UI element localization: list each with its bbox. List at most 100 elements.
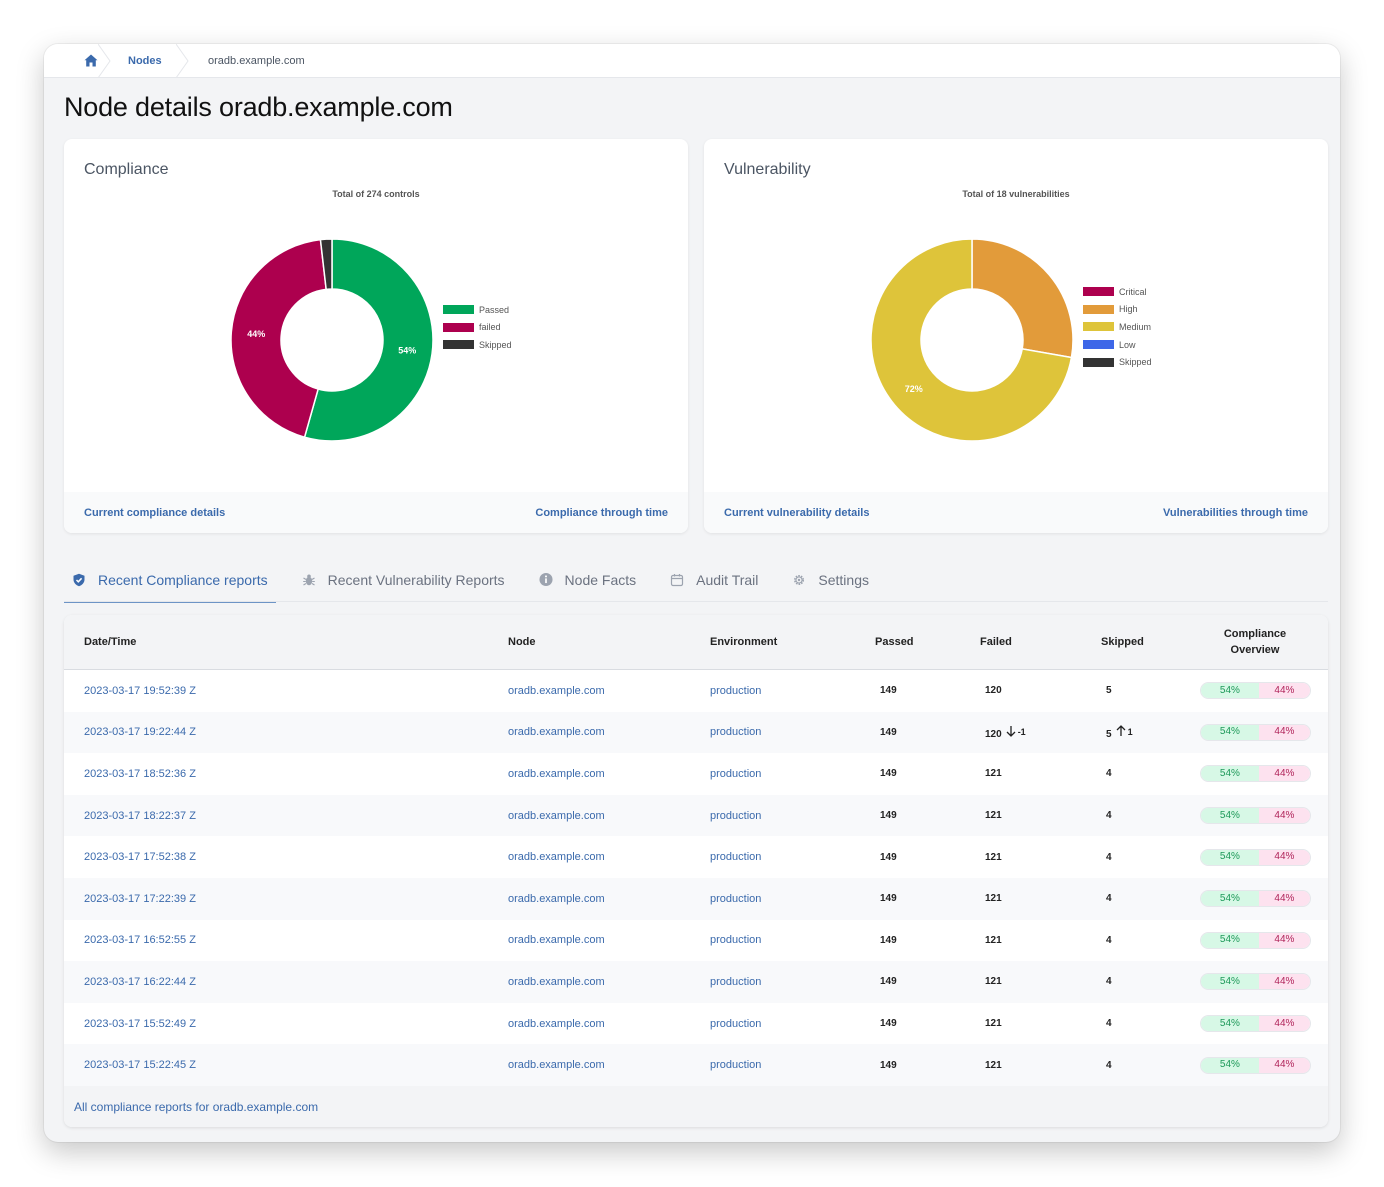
tab-recent-vulnerability-reports[interactable]: Recent Vulnerability Reports [294,557,513,602]
column-header-datetime[interactable]: Date/Time [64,636,508,648]
node-link[interactable]: oradb.example.com [508,726,605,738]
node-link[interactable]: oradb.example.com [508,976,605,988]
compliance-overview-cell: 54% 44% [1182,848,1328,866]
environment-link[interactable]: production [710,934,761,946]
report-datetime-link[interactable]: 2023-03-17 16:52:55 Z [84,934,196,946]
legend-label: Medium [1119,321,1152,332]
table-row[interactable]: 2023-03-17 18:22:37 Z oradb.example.com pr… [64,794,1328,837]
table-footer: All compliance reports for oradb.example… [64,1086,1328,1127]
node-link[interactable]: oradb.example.com [508,1018,605,1030]
table-row[interactable]: 2023-03-17 18:52:36 Z oradb.example.com pr… [64,753,1328,795]
skipped-delta-value: 1 [1127,726,1133,737]
skipped-cell: 4 [1086,768,1182,779]
current-compliance-details-link[interactable]: Current compliance details [84,507,225,519]
environment-link[interactable]: production [710,685,761,697]
report-datetime-link[interactable]: 2023-03-17 18:52:36 Z [84,768,196,780]
environment-link[interactable]: production [710,851,761,863]
failed-count: 121 [985,1059,1002,1071]
report-datetime-link[interactable]: 2023-03-17 15:52:49 Z [84,1018,196,1030]
node-link[interactable]: oradb.example.com [508,1059,605,1071]
tab-settings[interactable]: Settings [784,557,877,602]
node-link[interactable]: oradb.example.com [508,934,605,946]
column-header-skipped[interactable]: Skipped [1086,636,1182,648]
report-datetime-link[interactable]: 2023-03-17 16:22:44 Z [84,976,196,988]
column-header-passed[interactable]: Passed [860,636,965,648]
skipped-cell: 4 [1086,852,1182,863]
tab-recent-compliance-reports[interactable]: Recent Compliance reports [64,557,276,603]
breadcrumb-nodes[interactable]: Nodes [108,44,189,78]
column-header-failed[interactable]: Failed [965,636,1086,648]
legend-item-skipped[interactable]: Skipped [443,336,512,354]
table-row[interactable]: 2023-03-17 15:52:49 Z oradb.example.com pr… [64,1003,1328,1045]
tab-label: Settings [818,571,869,588]
report-datetime-link[interactable]: 2023-03-17 17:52:38 Z [84,851,196,863]
tab-audit-trail[interactable]: Audit Trail [662,557,766,602]
donut-slice-failed[interactable] [230,238,327,439]
node-link[interactable]: oradb.example.com [508,893,605,905]
table-row[interactable]: 2023-03-17 17:22:39 Z oradb.example.com pr… [64,877,1328,920]
column-header-node[interactable]: Node [508,636,710,648]
skipped-count: 5 [1106,728,1112,740]
report-datetime-link[interactable]: 2023-03-17 18:22:37 Z [84,810,196,822]
current-vulnerability-details-link[interactable]: Current vulnerability details [724,507,869,519]
environment-link[interactable]: production [710,1059,761,1071]
legend-item-passed[interactable]: Passed [443,301,512,319]
donut-slice-high[interactable] [971,238,1074,359]
report-datetime-link[interactable]: 2023-03-17 17:22:39 Z [84,893,196,905]
legend-item-critical[interactable]: Critical [1083,283,1152,301]
column-header-environment[interactable]: Environment [710,636,860,648]
all-compliance-reports-link[interactable]: All compliance reports for oradb.example… [74,1100,318,1114]
calendar-icon [670,573,684,587]
table-row[interactable]: 2023-03-17 15:22:45 Z oradb.example.com pr… [64,1044,1328,1086]
compliance-overview-cell: 54% 44% [1182,1015,1328,1033]
environment-link[interactable]: production [710,976,761,988]
home-icon [84,54,98,67]
compliance-card-footer: Current compliance details Compliance th… [64,492,688,533]
compliance-through-time-link[interactable]: Compliance through time [535,507,668,519]
legend-item-failed[interactable]: failed [443,319,512,337]
skipped-cell: 4 [1086,976,1182,987]
skipped-count: 4 [1106,934,1112,946]
node-link[interactable]: oradb.example.com [508,851,605,863]
tab-label: Recent Vulnerability Reports [327,571,505,588]
tab-label: Audit Trail [696,571,759,588]
environment-link[interactable]: production [710,1018,761,1030]
failed-count: 121 [985,768,1002,780]
legend-item-low[interactable]: Low [1083,336,1152,354]
node-link[interactable]: oradb.example.com [508,810,605,822]
report-datetime-link[interactable]: 2023-03-17 19:22:44 Z [84,726,196,738]
table-row[interactable]: 2023-03-17 16:22:44 Z oradb.example.com pr… [64,961,1328,1003]
table-row[interactable]: 2023-03-17 16:52:55 Z oradb.example.com pr… [64,920,1328,962]
environment-link[interactable]: production [710,768,761,780]
skipped-count: 4 [1106,893,1112,905]
breadcrumb-current-label: oradb.example.com [208,54,305,67]
legend-item-skipped[interactable]: Skipped [1083,353,1152,371]
compliance-overview-cell: 54% 44% [1182,682,1328,700]
node-link[interactable]: oradb.example.com [508,685,605,697]
compliance-overview-pill: 54% 44% [1199,931,1311,949]
page-title: Node details oradb.example.com [64,92,453,122]
tab-node-facts[interactable]: Node Facts [531,557,645,602]
legend-swatch [1083,322,1114,332]
table-row[interactable]: 2023-03-17 19:22:44 Z oradb.example.com pr… [64,711,1328,754]
environment-link[interactable]: production [710,726,761,738]
report-datetime-link[interactable]: 2023-03-17 15:22:45 Z [84,1059,196,1071]
passed-percent: 54% [1200,849,1260,865]
breadcrumb-home[interactable] [44,44,111,78]
legend-swatch [1083,340,1114,350]
legend-item-high[interactable]: High [1083,301,1152,319]
vulnerabilities-through-time-link[interactable]: Vulnerabilities through time [1163,507,1308,519]
table-row[interactable]: 2023-03-17 19:52:39 Z oradb.example.com pr… [64,670,1328,712]
environment-link[interactable]: production [710,810,761,822]
environment-link[interactable]: production [710,893,761,905]
passed-percent: 54% [1200,1016,1260,1032]
legend-label: Low [1119,339,1136,350]
node-link[interactable]: oradb.example.com [508,768,605,780]
table-row[interactable]: 2023-03-17 17:52:38 Z oradb.example.com pr… [64,836,1328,878]
breadcrumb-nodes-label[interactable]: Nodes [128,55,162,67]
passed-percent: 54% [1200,808,1260,824]
legend-item-medium[interactable]: Medium [1083,318,1152,336]
breadcrumb: Nodes oradb.example.com [44,44,1340,78]
report-datetime-link[interactable]: 2023-03-17 19:52:39 Z [84,685,196,697]
legend-label: Passed [479,304,510,315]
